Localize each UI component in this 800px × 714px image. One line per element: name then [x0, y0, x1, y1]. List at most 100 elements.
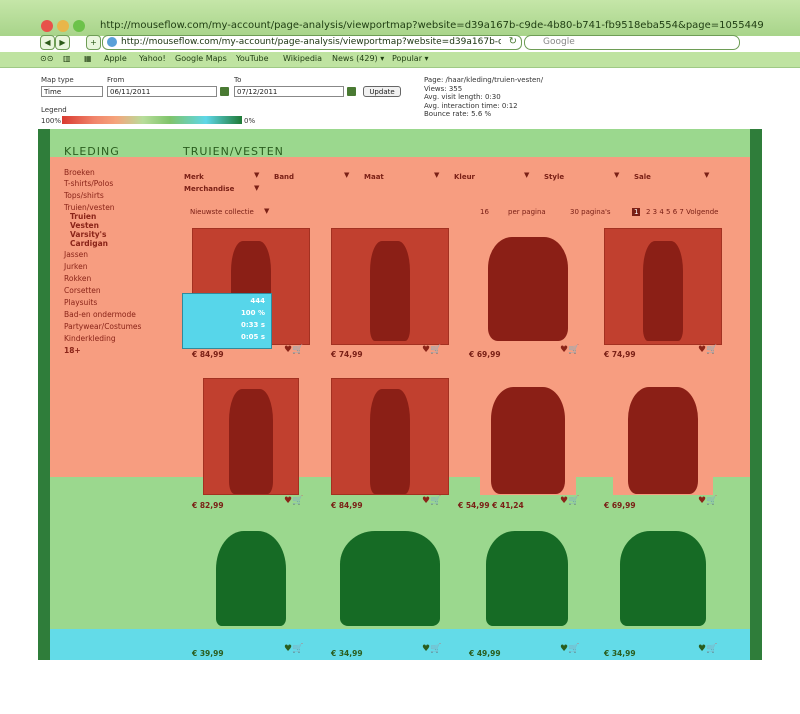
current-page[interactable]: 1: [632, 208, 641, 216]
product-image[interactable]: [469, 228, 587, 345]
chevron-down-icon[interactable]: ▼: [344, 171, 349, 179]
to-label: To: [234, 76, 242, 84]
minimize-icon[interactable]: [57, 20, 69, 32]
category-item[interactable]: Broeken: [64, 168, 95, 177]
cart-icon[interactable]: ♥🛒: [422, 345, 441, 355]
product-image[interactable]: [331, 228, 449, 345]
category-item[interactable]: Kinderkleding: [64, 334, 116, 343]
update-button[interactable]: Update: [363, 86, 401, 97]
map-type-select[interactable]: Time: [41, 86, 103, 97]
cart-icon[interactable]: ♥🛒: [698, 496, 717, 506]
filter-merchandise[interactable]: Merchandise: [184, 185, 234, 193]
cart-icon[interactable]: ♥🛒: [284, 496, 303, 506]
product-image[interactable]: [480, 378, 576, 495]
back-icon[interactable]: ◀: [40, 35, 55, 50]
subcategory-item[interactable]: Varsity's: [70, 230, 106, 239]
heatmap-tooltip: 444 100 % 0:33 s 0:05 s: [182, 293, 272, 349]
filter-kleur[interactable]: Kleur: [454, 173, 475, 181]
chevron-down-icon[interactable]: ▼: [254, 184, 259, 192]
grid-icon[interactable]: ▦: [84, 54, 92, 63]
bookmark-yahoo[interactable]: Yahoo!: [139, 54, 166, 63]
cart-icon[interactable]: ♥🛒: [284, 345, 303, 355]
product-price: € 34,99: [331, 649, 363, 658]
cart-icon[interactable]: ♥🛒: [560, 644, 579, 654]
chevron-down-icon[interactable]: ▼: [254, 171, 259, 179]
reload-icon[interactable]: ↻: [509, 36, 517, 47]
address-bar[interactable]: http://mouseflow.com/my-account/page-ana…: [102, 35, 522, 50]
cart-icon[interactable]: ♥🛒: [422, 644, 441, 654]
category-item[interactable]: T-shirts/Polos: [64, 179, 113, 188]
zoom-icon[interactable]: [73, 20, 85, 32]
sort-select[interactable]: Nieuwste collectie: [190, 208, 254, 216]
hoodie-image[interactable]: [216, 531, 286, 626]
map-type-label: Map type: [41, 76, 74, 84]
book-icon[interactable]: ▥: [63, 54, 71, 63]
reader-icon[interactable]: ⊙⊙: [40, 54, 53, 63]
category-item[interactable]: Playsuits: [64, 298, 97, 307]
chevron-down-icon[interactable]: ▼: [614, 171, 619, 179]
pages-count: 30 pagina's: [570, 208, 611, 216]
stat-bounce: Bounce rate: 5.6 %: [424, 110, 492, 119]
category-item[interactable]: Corsetten: [64, 286, 101, 295]
category-item[interactable]: 18+: [64, 346, 81, 355]
bookmark-apple[interactable]: Apple: [104, 54, 127, 63]
filter-merk[interactable]: Merk: [184, 173, 204, 181]
product-image[interactable]: [203, 378, 299, 495]
calendar-icon[interactable]: [220, 87, 229, 96]
bookmark-youtube[interactable]: YouTube: [236, 54, 269, 63]
category-item[interactable]: Rokken: [64, 274, 91, 283]
category-item[interactable]: Jassen: [64, 250, 88, 259]
stat-views: Views: 355: [424, 84, 463, 93]
to-date-field[interactable]: 07/12/2011: [234, 86, 344, 97]
cart-icon[interactable]: ♥🛒: [698, 345, 717, 355]
stat-avg-interaction: Avg. interaction time: 0:12: [424, 101, 518, 110]
per-page-count[interactable]: 16: [480, 208, 489, 216]
bookmark-news[interactable]: News (429) ▾: [332, 54, 384, 63]
chevron-down-icon[interactable]: ▼: [704, 171, 709, 179]
bookmark-popular[interactable]: Popular ▾: [392, 54, 429, 63]
category-item[interactable]: Truien/vesten: [64, 203, 115, 212]
category-item[interactable]: Bad-en ondermode: [64, 310, 136, 319]
product-image[interactable]: [604, 228, 722, 345]
cart-icon[interactable]: ♥🛒: [284, 644, 303, 654]
bookmark-wikipedia[interactable]: Wikipedia: [283, 54, 322, 63]
product-image[interactable]: [331, 378, 449, 495]
close-icon[interactable]: [41, 20, 53, 32]
filter-band[interactable]: Band: [274, 173, 294, 181]
product-image[interactable]: [613, 378, 713, 495]
calendar-icon[interactable]: [347, 87, 356, 96]
filter-maat[interactable]: Maat: [364, 173, 384, 181]
model-silhouette: [488, 237, 568, 341]
chevron-down-icon[interactable]: ▼: [264, 207, 269, 215]
chevron-down-icon[interactable]: ▼: [434, 171, 439, 179]
hoodie-image[interactable]: [486, 531, 568, 626]
category-item[interactable]: Tops/shirts: [64, 191, 104, 200]
search-input[interactable]: Google: [524, 35, 740, 50]
subcategory-item[interactable]: Vesten: [70, 221, 99, 230]
per-page-label: per pagina: [508, 208, 546, 216]
cart-icon[interactable]: ♥🛒: [698, 644, 717, 654]
model-silhouette: [643, 241, 683, 341]
bookmark-google-maps[interactable]: Google Maps: [175, 54, 227, 63]
chevron-down-icon[interactable]: ▼: [524, 171, 529, 179]
subcategory-item[interactable]: Cardigan: [70, 239, 108, 248]
sidebar-title[interactable]: KLEDING: [64, 145, 120, 158]
hoodie-image[interactable]: [620, 531, 706, 626]
filter-sale[interactable]: Sale: [634, 173, 651, 181]
cart-icon[interactable]: ♥🛒: [560, 345, 579, 355]
cart-icon[interactable]: ♥🛒: [560, 496, 579, 506]
page-links[interactable]: 2 3 4 5 6 7 Volgende: [646, 208, 718, 216]
from-date-value: 06/11/2011: [110, 88, 151, 96]
browser-window: http://mouseflow.com/my-account/page-ana…: [0, 0, 800, 714]
cart-icon[interactable]: ♥🛒: [422, 496, 441, 506]
forward-icon[interactable]: ▶: [55, 35, 70, 50]
category-item[interactable]: Partywear/Costumes: [64, 322, 141, 331]
hoodie-image[interactable]: [340, 531, 440, 626]
legend-max: 100%: [41, 117, 62, 125]
category-item[interactable]: Jurken: [64, 262, 88, 271]
product-price: € 74,99: [604, 350, 636, 359]
add-bookmark-icon[interactable]: +: [86, 35, 101, 50]
from-date-field[interactable]: 06/11/2011: [107, 86, 217, 97]
subcategory-item[interactable]: Truien: [70, 212, 96, 221]
filter-style[interactable]: Style: [544, 173, 564, 181]
